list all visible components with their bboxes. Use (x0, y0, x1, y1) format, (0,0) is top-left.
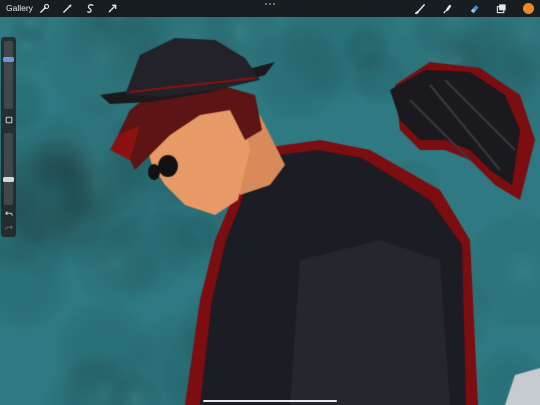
drawing-canvas[interactable] (0, 0, 540, 405)
toolbar-grip-dots[interactable] (265, 3, 275, 5)
brush-opacity-slider[interactable] (4, 133, 13, 205)
selection-icon[interactable] (84, 2, 97, 15)
eraser-icon[interactable] (468, 2, 481, 15)
home-indicator (203, 400, 337, 402)
gallery-button[interactable]: Gallery (6, 2, 33, 15)
undo-icon[interactable] (3, 209, 14, 219)
brush-opacity-handle[interactable] (3, 177, 14, 182)
redo-icon[interactable] (3, 223, 14, 233)
brush-size-handle[interactable] (3, 57, 14, 62)
top-toolbar: Gallery (0, 0, 540, 17)
smudge-icon[interactable] (441, 2, 454, 15)
color-swatch[interactable] (522, 2, 535, 15)
wrench-icon[interactable] (38, 2, 51, 15)
modify-square-icon[interactable] (3, 115, 14, 125)
left-sidebar (1, 37, 16, 237)
brush-icon[interactable] (414, 2, 427, 15)
transform-arrow-icon[interactable] (106, 2, 119, 15)
brush-size-slider[interactable] (4, 41, 13, 109)
magic-wand-icon[interactable] (61, 2, 74, 15)
layers-icon[interactable] (495, 2, 508, 15)
